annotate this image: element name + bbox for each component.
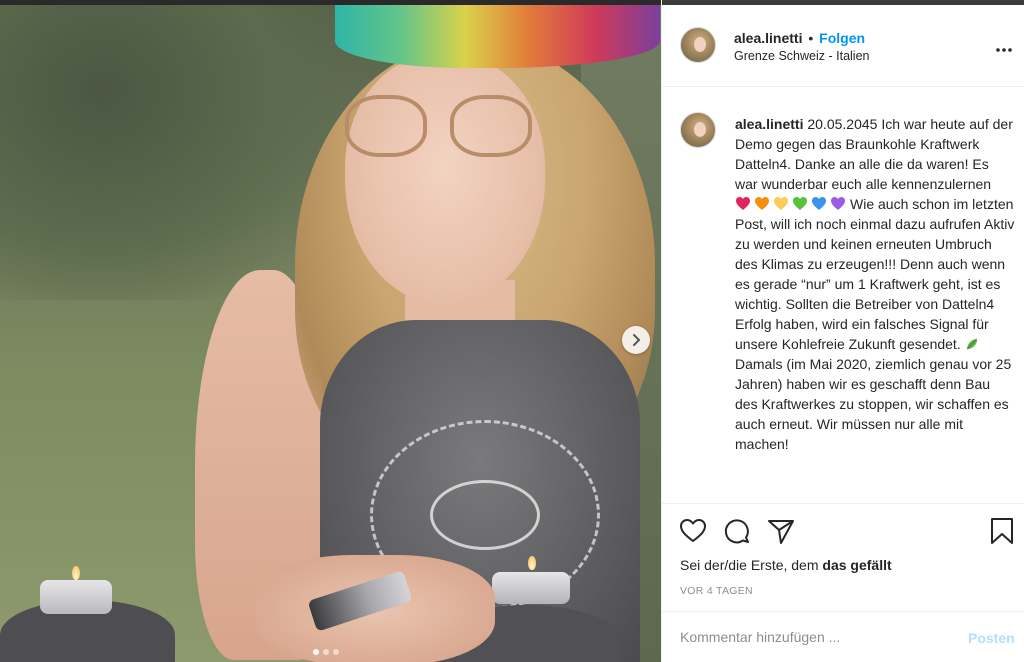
glasses-left <box>345 95 427 157</box>
carousel-indicator <box>313 649 339 655</box>
share-button[interactable] <box>767 517 795 545</box>
yellow-heart-icon <box>774 197 788 210</box>
user-line: alea.linetti • Folgen <box>734 30 865 46</box>
username-link[interactable]: alea.linetti <box>734 30 802 46</box>
chevron-right-icon <box>633 334 640 346</box>
post-comment-button[interactable]: Posten <box>968 630 1015 646</box>
post-photo[interactable] <box>0 0 661 662</box>
top-strip <box>0 0 661 5</box>
post-header: alea.linetti • Folgen Grenze Schweiz - I… <box>662 5 1024 87</box>
more-options-button[interactable] <box>996 41 1012 52</box>
tealight-right <box>492 572 570 604</box>
follow-button[interactable]: Folgen <box>819 30 865 46</box>
red-heart-icon <box>736 197 750 210</box>
location-link[interactable]: Grenze Schweiz - Italien <box>734 49 869 63</box>
purple-heart-icon <box>831 197 845 210</box>
face <box>345 55 545 305</box>
glasses-right <box>450 95 532 157</box>
like-button[interactable] <box>679 517 707 545</box>
comment-input[interactable] <box>680 629 950 645</box>
avatar[interactable] <box>680 112 716 148</box>
caption: alea.linetti 20.05.2045 Ich war heute au… <box>735 114 1015 454</box>
likes-link[interactable]: das gefällt <box>822 557 891 573</box>
caption-date: 20.05.2045 <box>807 116 878 132</box>
likes-summary: Sei der/die Erste, dem das gefällt <box>680 557 892 573</box>
action-bar <box>662 505 1024 553</box>
likes-prefix: Sei der/die Erste, dem <box>680 557 823 573</box>
post-timestamp[interactable]: VOR 4 TAGEN <box>680 585 753 597</box>
flame-right <box>528 556 536 570</box>
bookmark-icon <box>991 518 1013 544</box>
leaf-icon <box>966 338 977 350</box>
save-button[interactable] <box>989 517 1017 545</box>
paper-plane-icon <box>768 520 794 544</box>
green-heart-icon <box>793 197 807 210</box>
caption-username[interactable]: alea.linetti <box>735 116 803 132</box>
separator: • <box>808 30 814 46</box>
comment-button[interactable] <box>723 517 751 545</box>
post-side-panel: alea.linetti • Folgen Grenze Schweiz - I… <box>661 0 1024 662</box>
avatar[interactable] <box>680 27 716 63</box>
comment-bar: Posten <box>662 611 1024 662</box>
caption-text: Damals (im Mai 2020, ziemlich genau vor … <box>735 356 1012 452</box>
shirt-print-eye <box>430 480 540 550</box>
carousel-dot <box>333 649 339 655</box>
heart-emojis <box>735 196 846 211</box>
background-foliage <box>0 0 340 300</box>
carousel-next-button[interactable] <box>622 326 650 354</box>
carousel-dot <box>323 649 329 655</box>
ellipsis-icon <box>996 48 1012 52</box>
flame-left <box>72 566 80 580</box>
caption-area[interactable]: alea.linetti 20.05.2045 Ich war heute au… <box>662 88 1024 504</box>
caption-text: Wie auch schon im letzten Post, will ich… <box>735 196 1015 352</box>
blue-heart-icon <box>812 197 826 210</box>
heart-icon <box>680 519 706 542</box>
carousel-dot <box>313 649 319 655</box>
orange-heart-icon <box>755 197 769 210</box>
tealight-left <box>40 580 112 614</box>
comment-icon <box>724 519 749 544</box>
bandana <box>335 0 660 68</box>
